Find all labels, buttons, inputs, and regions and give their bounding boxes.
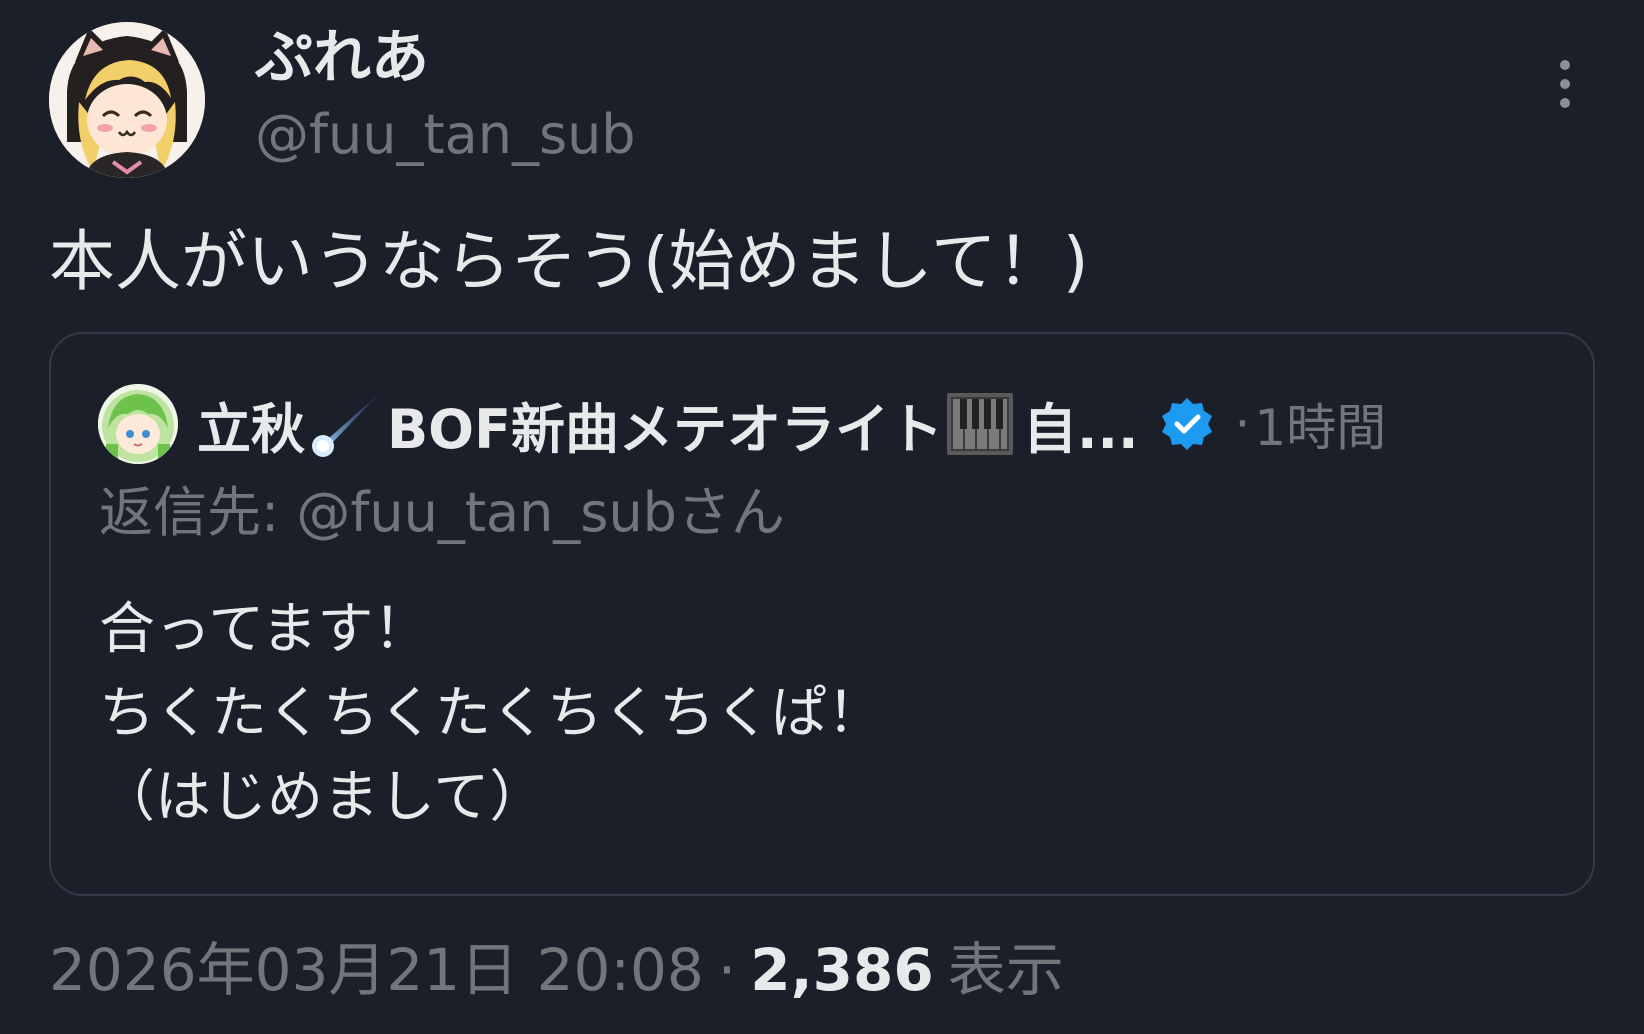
quoted-separator: · <box>1234 395 1251 453</box>
quoted-author-name-start: 立秋 <box>197 397 305 461</box>
verified-badge-icon <box>1161 398 1212 450</box>
quoted-author-avatar <box>98 384 178 464</box>
tweet-timestamp[interactable]: 2026年03月21日 20:08 <box>49 935 704 1005</box>
quoted-reply-to: 返信先: @fuu_tan_subさん <box>99 480 785 546</box>
author-handle[interactable]: @fuu_tan_sub <box>255 102 636 168</box>
tweet-text: 本人がいうならそう(始めまして！) <box>49 223 1089 300</box>
author-avatar[interactable] <box>49 22 205 178</box>
piano-emoji-icon <box>946 393 1013 455</box>
quoted-tweet-header: 立秋 BOF新曲メテオライト 自... · 1時間 <box>197 384 1386 464</box>
more-vertical-icon-dot <box>1560 79 1570 89</box>
quoted-text-line: ちくたくちくたくちくちくぱ！ <box>99 681 883 746</box>
quoted-timestamp[interactable]: 1時間 <box>1254 388 1386 460</box>
quoted-text-line: （はじめまして） <box>99 765 546 830</box>
reply-prefix: 返信先: <box>99 481 297 544</box>
avatar-illustration <box>49 22 205 178</box>
quoted-author-name-end: 自... <box>1022 397 1139 461</box>
views-count[interactable]: 2,386 <box>750 935 933 1005</box>
comet-emoji-icon <box>312 392 381 457</box>
quoted-tweet-card[interactable]: 立秋 BOF新曲メテオライト 自... · 1時間 返信先: @fuu_tan_… <box>49 332 1595 896</box>
more-options-button[interactable] <box>1540 52 1590 116</box>
quoted-tweet-text: 合ってます！ ちくたくちくたくちくちくぱ！ （はじめまして） <box>99 588 883 840</box>
tweet-meta: 2026年03月21日 20:08 · 2,386 表示 <box>49 935 1064 1005</box>
tweet: ぷれあ @fuu_tan_sub 本人がいうならそう(始めまして！) 立秋 BO… <box>0 0 1644 1034</box>
more-vertical-icon-dot <box>1560 98 1570 108</box>
meta-separator: · <box>717 936 737 1004</box>
author-display-name[interactable]: ぷれあ <box>255 22 429 92</box>
quoted-text-line: 合ってます！ <box>99 597 430 662</box>
reply-handle[interactable]: @fuu_tan_subさん <box>296 481 785 544</box>
more-vertical-icon <box>1560 60 1570 70</box>
views-label: 表示 <box>947 936 1064 1004</box>
quoted-avatar-illustration <box>98 384 178 464</box>
quoted-author-name-middle: BOF新曲メテオライト <box>387 397 943 461</box>
quoted-author-name: 立秋 BOF新曲メテオライト 自... <box>197 385 1139 464</box>
